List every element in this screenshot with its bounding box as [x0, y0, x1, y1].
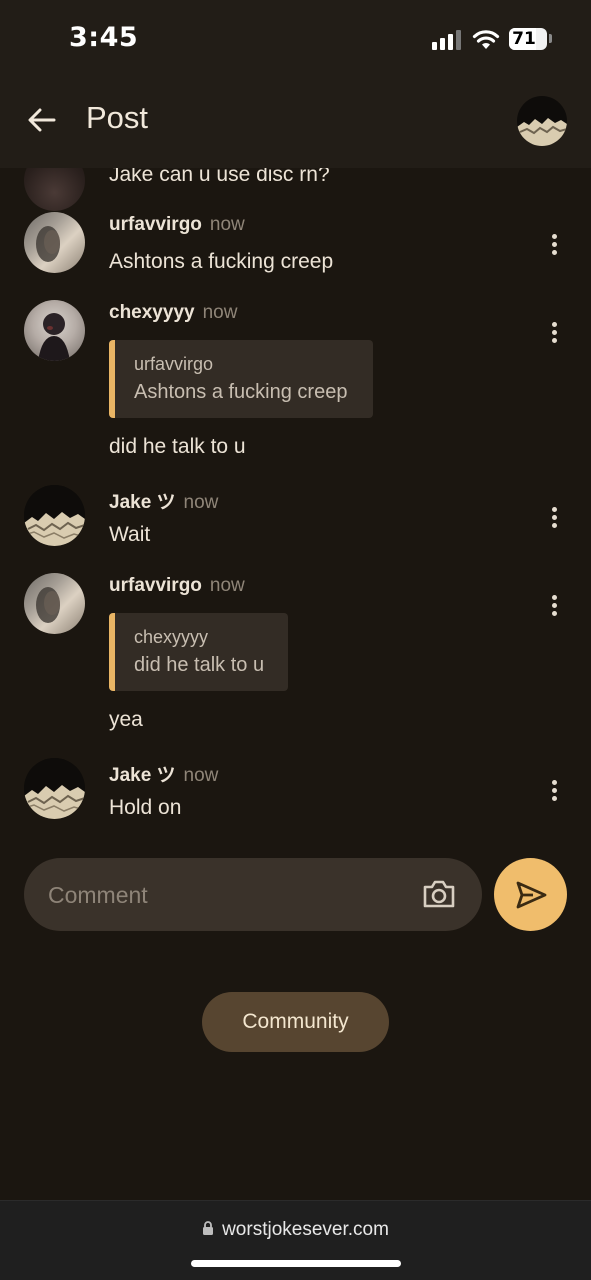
- wifi-icon: [472, 30, 500, 49]
- avatar-photo: [36, 226, 60, 262]
- quoted-reply[interactable]: urfavvirgo Ashtons a fucking creep: [109, 340, 373, 418]
- comment-timestamp: now: [209, 214, 245, 235]
- comment-body: Hold on: [109, 796, 182, 819]
- camera-icon[interactable]: [422, 878, 456, 910]
- status-bar: 3:45 71: [0, 0, 591, 80]
- comment-timestamp: now: [183, 492, 219, 513]
- avatar-photo: [24, 485, 85, 546]
- more-options-icon[interactable]: [544, 505, 564, 529]
- avatar[interactable]: [24, 758, 85, 819]
- url-text: worstjokesever.com: [222, 1219, 389, 1240]
- quote-author: chexyyyy: [134, 627, 209, 647]
- avatar[interactable]: [24, 300, 85, 361]
- author-name[interactable]: chexyyyy: [109, 302, 195, 323]
- community-button[interactable]: Community: [202, 992, 389, 1052]
- back-arrow-icon[interactable]: [26, 104, 58, 136]
- author-name[interactable]: Jake ツ: [109, 765, 176, 786]
- home-indicator[interactable]: [191, 1260, 401, 1267]
- quote-text: did he talk to u: [134, 654, 265, 676]
- url-bar[interactable]: worstjokesever.com: [0, 1219, 591, 1241]
- comment-input[interactable]: [48, 878, 408, 912]
- profile-avatar[interactable]: [517, 96, 567, 146]
- send-icon: [516, 881, 547, 909]
- cellular-signal-icon: [432, 30, 462, 50]
- comment-author[interactable]: Jake ツ now: [109, 487, 218, 514]
- comment-author[interactable]: chexyyyy now: [109, 302, 237, 324]
- comment-composer: [24, 858, 482, 931]
- quote-author: urfavvirgo: [134, 354, 214, 374]
- avatar[interactable]: [24, 485, 85, 546]
- avatar-photo: [36, 587, 60, 623]
- comment-timestamp: now: [209, 575, 245, 596]
- avatar[interactable]: [24, 573, 85, 634]
- comment-body: did he talk to u: [109, 435, 246, 458]
- battery-tip: [549, 34, 552, 43]
- comment-author[interactable]: urfavvirgo now: [109, 575, 245, 597]
- comment-timestamp: now: [202, 302, 238, 323]
- lock-icon: [203, 1221, 214, 1235]
- page-title: Post: [86, 100, 149, 135]
- status-time: 3:45: [69, 22, 139, 53]
- author-name[interactable]: urfavvirgo: [109, 214, 202, 235]
- author-name[interactable]: urfavvirgo: [109, 575, 202, 596]
- comment-timestamp: now: [183, 765, 219, 786]
- more-options-icon[interactable]: [544, 232, 564, 256]
- app-header: Post: [0, 80, 591, 168]
- comment-author[interactable]: urfavvirgo now: [109, 214, 245, 236]
- comment-body: Ashtons a fucking creep: [109, 250, 334, 273]
- more-options-icon[interactable]: [544, 320, 564, 344]
- avatar[interactable]: [24, 212, 85, 273]
- comment-body: yea: [109, 708, 143, 731]
- quoted-reply[interactable]: chexyyyy did he talk to u: [109, 613, 288, 691]
- more-options-icon[interactable]: [544, 778, 564, 802]
- comment-body: Wait: [109, 523, 151, 546]
- send-button[interactable]: [494, 858, 567, 931]
- avatar-photo: [24, 758, 85, 819]
- battery-level: 71: [512, 29, 536, 49]
- author-name[interactable]: Jake ツ: [109, 492, 176, 513]
- avatar-photo: [38, 313, 70, 361]
- comment-author[interactable]: Jake ツ now: [109, 760, 218, 787]
- more-options-icon[interactable]: [544, 593, 564, 617]
- browser-bar: worstjokesever.com: [0, 1200, 591, 1280]
- battery-icon: 71: [509, 28, 547, 50]
- quote-text: Ashtons a fucking creep: [134, 381, 348, 403]
